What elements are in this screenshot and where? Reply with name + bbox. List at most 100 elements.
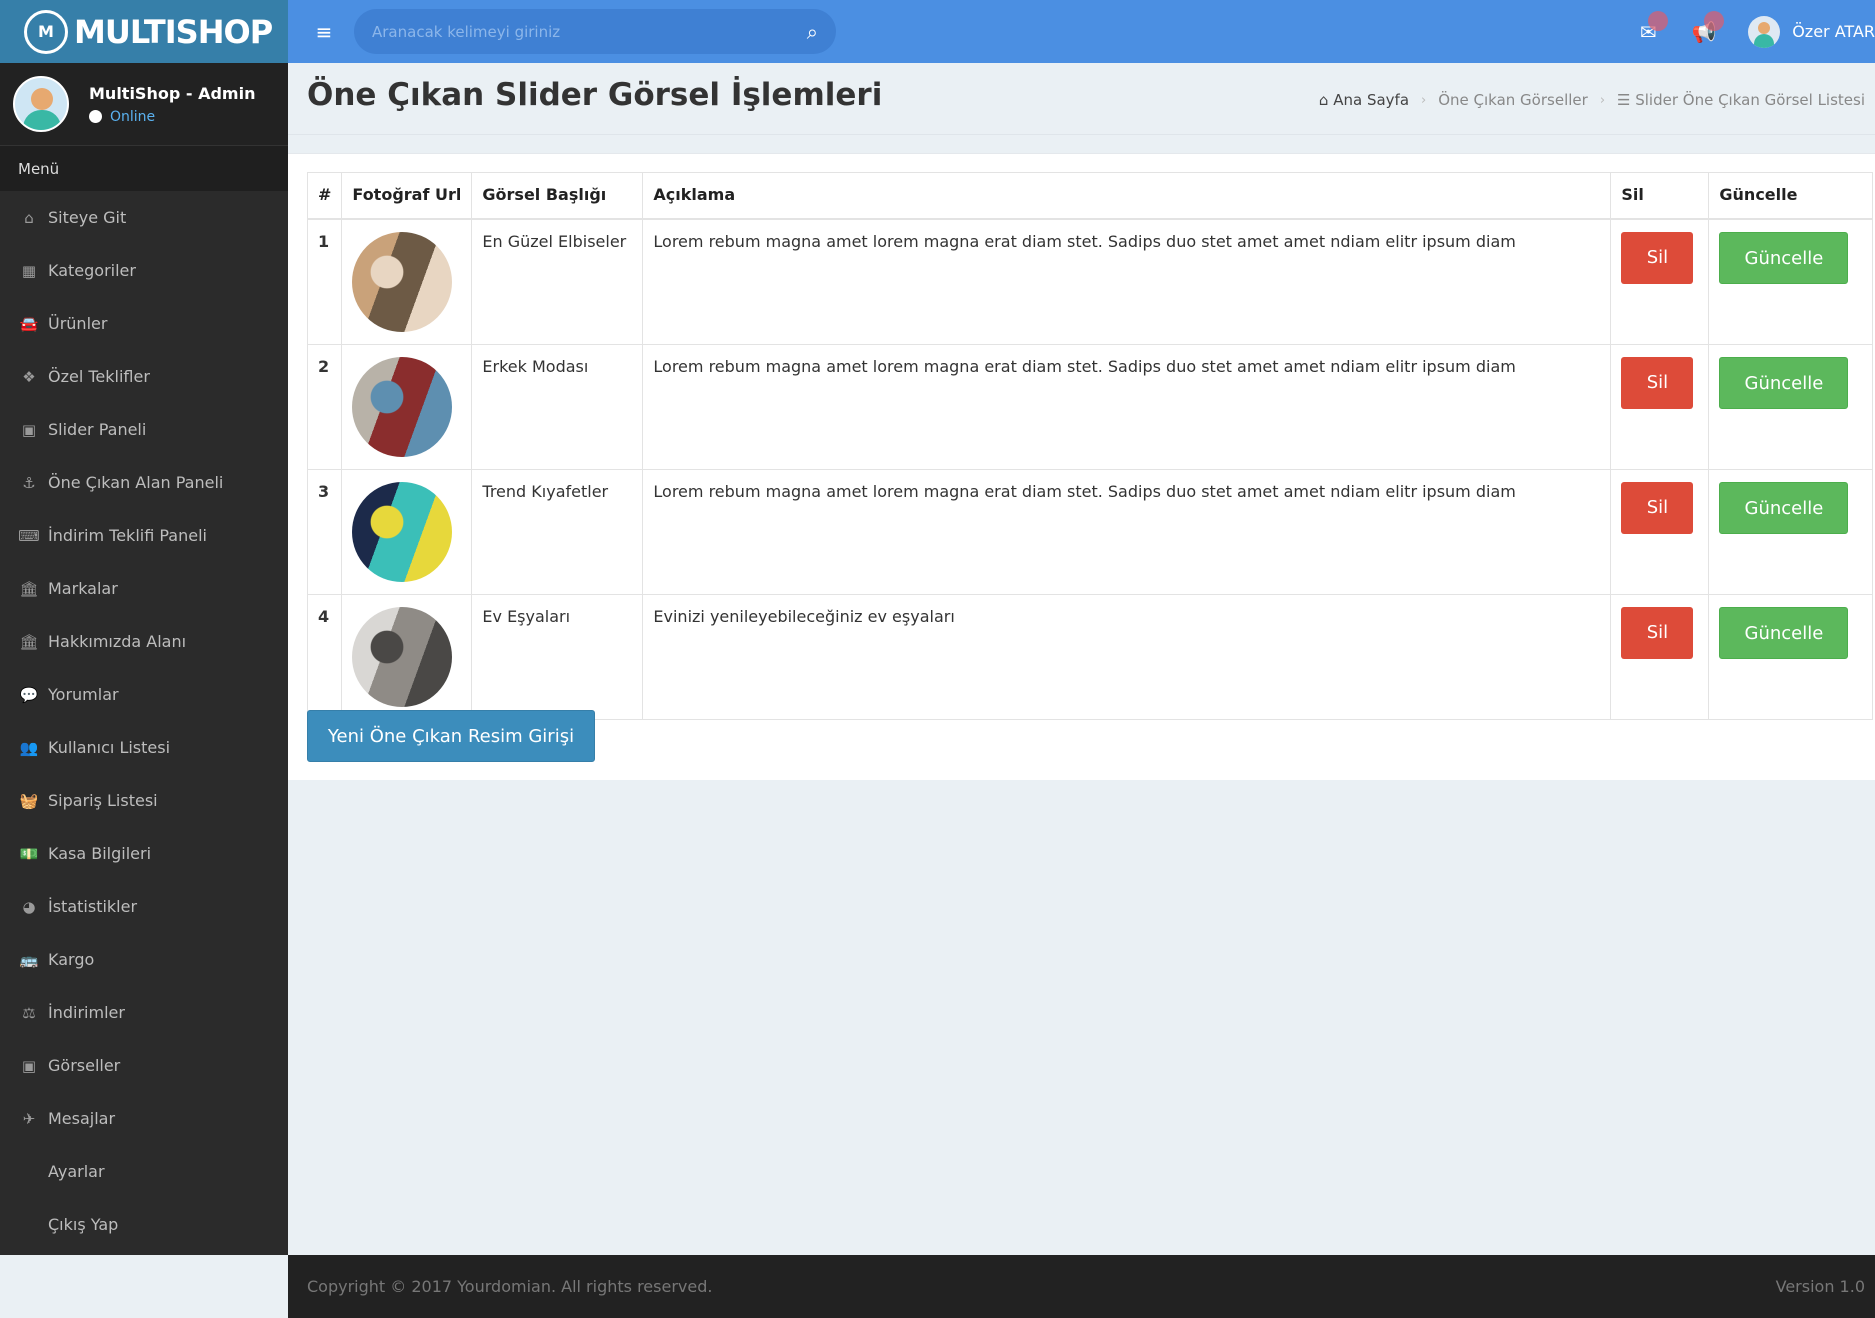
sidebar-item-1[interactable]: ▦ Kategoriler: [0, 244, 288, 297]
sidebar-item-label: İndirim Teklifi Paneli: [48, 526, 207, 545]
update-cell: Güncelle: [1708, 593, 1873, 720]
delete-cell: Sil: [1610, 343, 1710, 470]
breadcrumb-middle[interactable]: Öne Çıkan Görseller: [1438, 91, 1588, 109]
bank-icon: 🏛: [19, 579, 39, 598]
update-button[interactable]: Güncelle: [1719, 356, 1849, 409]
image-title: Trend Kıyafetler: [471, 468, 644, 595]
image-title: Ev Eşyaları: [471, 593, 644, 720]
sidebar-item-5[interactable]: ⚓ Öne Çıkan Alan Paneli: [0, 456, 288, 509]
sidebar-item-18[interactable]: Ayarlar: [0, 1145, 288, 1198]
sidebar-item-label: Hakkımızda Alanı: [48, 632, 187, 651]
sidebar-item-14[interactable]: 🚌 Kargo: [0, 933, 288, 986]
money-icon: 💵: [19, 844, 39, 863]
sidebar-item-label: Slider Paneli: [48, 420, 147, 439]
sidebar: MultiShop - Admin Online Menü ⌂ Siteye Gi…: [0, 63, 288, 1255]
update-cell: Güncelle: [1708, 218, 1873, 345]
image-icon: ▣: [21, 1056, 37, 1075]
image-description: Lorem rebum magna amet lorem magna erat …: [642, 218, 1612, 345]
sidebar-item-15[interactable]: ⚖ İndirimler: [0, 986, 288, 1039]
sidebar-item-label: Siteye Git: [48, 208, 127, 227]
keyboard-icon: ⌨: [18, 526, 40, 545]
image-description: Lorem rebum magna amet lorem magna erat …: [642, 343, 1612, 470]
sidebar-item-label: Özel Teklifler: [48, 367, 150, 386]
sidebar-item-label: Kategoriler: [48, 261, 136, 280]
user-status: Online: [89, 109, 255, 125]
sidebar-item-6[interactable]: ⌨ İndirim Teklifi Paneli: [0, 509, 288, 562]
col-header-description: Açıklama: [642, 172, 1612, 220]
update-button[interactable]: Güncelle: [1719, 481, 1849, 534]
delete-button[interactable]: Sil: [1621, 606, 1694, 659]
update-button[interactable]: Güncelle: [1719, 606, 1849, 659]
sidebar-toggle-icon[interactable]: ≡: [298, 20, 350, 44]
delete-button[interactable]: Sil: [1621, 231, 1694, 284]
breadcrumb-separator-icon: ›: [1421, 92, 1427, 108]
search-input[interactable]: [372, 22, 772, 41]
slider-photo-thumbnail: [352, 356, 453, 457]
user-info: MultiShop - Admin Online: [89, 84, 255, 125]
home-icon: ⌂: [24, 208, 34, 227]
notification-badge: [1704, 10, 1725, 31]
sidebar-item-16[interactable]: ▣ Görseller: [0, 1039, 288, 1092]
messages-envelope-icon[interactable]: ✉: [1620, 10, 1676, 44]
breadcrumb-separator-icon: ›: [1599, 92, 1606, 108]
brand-name: MULTISHOP: [74, 12, 273, 51]
breadcrumb: ⌂ Ana Sayfa › Öne Çıkan Görseller › ☰ Sl…: [1319, 91, 1865, 109]
user-panel: MultiShop - Admin Online: [0, 63, 288, 145]
sidebar-item-label: Çıkış Yap: [48, 1215, 119, 1234]
sidebar-item-13[interactable]: ◕ İstatistikler: [0, 880, 288, 933]
image-icon: ▣: [21, 420, 37, 439]
list-icon: ☰: [1617, 91, 1636, 109]
bus-icon: 🚌: [19, 950, 39, 969]
sidebar-item-label: Ürünler: [48, 314, 108, 333]
sidebar-item-12[interactable]: 💵 Kasa Bilgileri: [0, 827, 288, 880]
sidebar-item-label: Kargo: [48, 950, 95, 969]
image-title: En Güzel Elbiseler: [471, 218, 644, 345]
sidebar-item-label: İstatistikler: [48, 897, 138, 916]
delete-button[interactable]: Sil: [1621, 481, 1694, 534]
sidebar-item-3[interactable]: ❖ Özel Teklifler: [0, 350, 288, 403]
home-icon[interactable]: ⌂: [1319, 91, 1333, 109]
car-icon: 🚘: [19, 314, 39, 333]
sidebar-item-0[interactable]: ⌂ Siteye Git: [0, 191, 288, 244]
row-number: 3: [306, 468, 343, 595]
brand-logo[interactable]: M MULTISHOP: [0, 0, 288, 63]
search-icon[interactable]: ⌕: [807, 20, 818, 44]
delete-cell: Sil: [1610, 593, 1710, 720]
notifications-bullhorn-icon[interactable]: 📢: [1676, 10, 1732, 44]
basket-icon: 🧺: [19, 791, 39, 810]
sidebar-item-2[interactable]: 🚘 Ürünler: [0, 297, 288, 350]
top-username[interactable]: Özer ATAR: [1792, 22, 1875, 41]
slider-photo-thumbnail: [352, 481, 453, 582]
delete-button[interactable]: Sil: [1621, 356, 1694, 409]
table-row: 1 En Güzel Elbiseler Lorem rebum magna ame…: [306, 218, 1873, 345]
sidebar-item-label: Markalar: [48, 579, 118, 598]
cubes-icon: ❖: [22, 367, 36, 386]
sidebar-item-17[interactable]: ✈ Mesajlar: [0, 1092, 288, 1145]
top-right-area: ✉ 📢 Özer ATAR: [1620, 0, 1875, 63]
breadcrumb-current: Slider Öne Çıkan Görsel Listesi: [1635, 91, 1865, 109]
slider-photo-thumbnail: [352, 606, 453, 707]
sidebar-item-9[interactable]: 💬 Yorumlar: [0, 668, 288, 721]
row-number: 2: [306, 343, 343, 470]
sidebar-item-10[interactable]: 👥 Kullanıcı Listesi: [0, 721, 288, 774]
sidebar-item-11[interactable]: 🧺 Sipariş Listesi: [0, 774, 288, 827]
sidebar-item-4[interactable]: ▣ Slider Paneli: [0, 403, 288, 456]
photo-cell: [341, 468, 473, 595]
paper-plane-icon: ✈: [22, 1109, 36, 1128]
update-button[interactable]: Güncelle: [1719, 231, 1849, 284]
table-header-row: # Fotoğraf Url Görsel Başlığı Açıklama S…: [306, 172, 1873, 220]
new-featured-image-button[interactable]: Yeni Öne Çıkan Resim Girişi: [307, 710, 595, 762]
sidebar-item-8[interactable]: 🏛 Hakkımızda Alanı: [0, 615, 288, 668]
breadcrumb-home[interactable]: Ana Sayfa: [1333, 91, 1409, 109]
message-badge: [1648, 10, 1669, 31]
online-status-dot-icon: [89, 110, 102, 123]
sidebar-item-19[interactable]: Çıkış Yap: [0, 1198, 288, 1251]
user-avatar-small[interactable]: [1748, 15, 1781, 48]
image-description: Evinizi yenileyebileceğiniz ev eşyaları: [642, 593, 1612, 720]
pie-chart-icon: ◕: [22, 897, 36, 916]
sidebar-item-7[interactable]: 🏛 Markalar: [0, 562, 288, 615]
col-header-update: Güncelle: [1708, 172, 1873, 220]
sidebar-item-label: Kasa Bilgileri: [48, 844, 152, 863]
table-row: 3 Trend Kıyafetler Lorem rebum magna amet …: [306, 468, 1873, 595]
row-number: 1: [306, 218, 343, 345]
